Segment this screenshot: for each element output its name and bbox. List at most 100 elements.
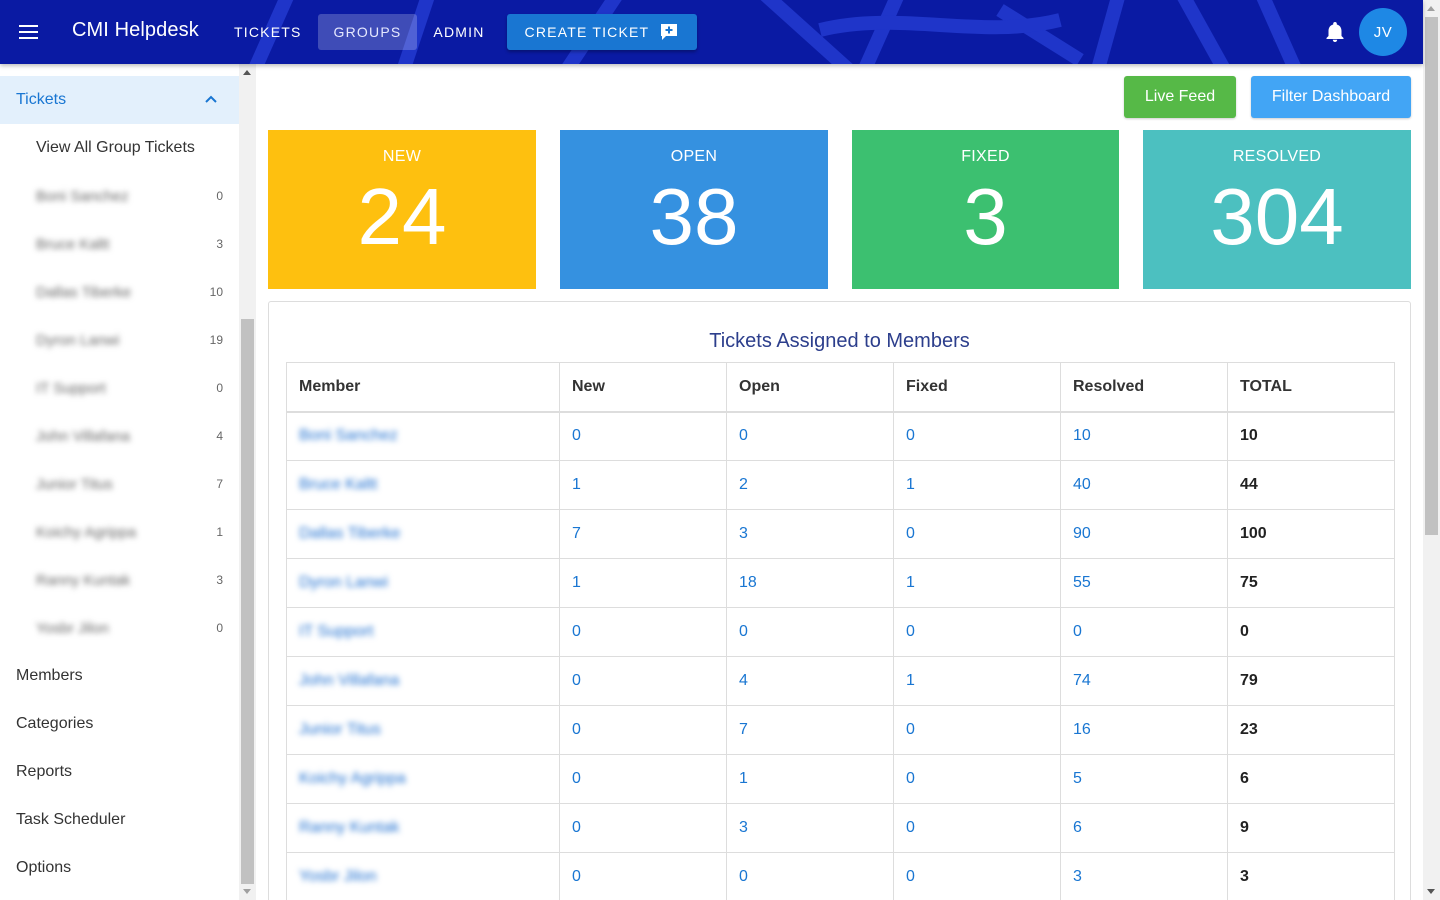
cell-resolved[interactable]: 55 — [1060, 558, 1228, 608]
sidebar-member-count: 10 — [209, 285, 223, 299]
cell-new[interactable]: 0 — [559, 705, 727, 755]
create-ticket-button[interactable]: CREATE TICKET — [506, 14, 698, 50]
cell-fixed[interactable]: 1 — [893, 460, 1061, 510]
sidebar-item-member[interactable]: Dallas Tiberke 10 — [0, 268, 239, 316]
member-link[interactable]: Dyron Lanwi — [299, 574, 388, 591]
member-link[interactable]: John Villafana — [299, 672, 399, 689]
cell-fixed[interactable]: 0 — [893, 411, 1061, 461]
cell-new[interactable]: 1 — [559, 460, 727, 510]
sidebar-member-count: 3 — [216, 573, 223, 587]
sidebar-scrollbar[interactable] — [239, 64, 256, 900]
app-title[interactable]: CMI Helpdesk — [72, 19, 199, 42]
cell-new[interactable]: 1 — [559, 558, 727, 608]
nav-groups[interactable]: GROUPS — [317, 14, 418, 50]
cell-member: John Villafana — [286, 656, 560, 706]
user-avatar[interactable]: JV — [1359, 8, 1407, 56]
member-link[interactable]: Koichy Agrippa — [299, 770, 406, 787]
filter-dashboard-button[interactable]: Filter Dashboard — [1251, 76, 1411, 118]
cell-new[interactable]: 0 — [559, 607, 727, 657]
sidebar-item-categories[interactable]: Categories — [0, 700, 239, 748]
member-link[interactable]: Bruce Kaltt — [299, 476, 377, 493]
cell-open[interactable]: 7 — [726, 705, 894, 755]
cell-open[interactable]: 3 — [726, 803, 894, 853]
sidebar-item-member[interactable]: Junior Titus 7 — [0, 460, 239, 508]
cell-new[interactable]: 7 — [559, 509, 727, 559]
cell-fixed[interactable]: 0 — [893, 705, 1061, 755]
stat-card-open[interactable]: OPEN 38 — [560, 130, 828, 289]
member-link[interactable]: IT Support — [299, 623, 373, 640]
cell-fixed[interactable]: 0 — [893, 852, 1061, 900]
cell-fixed[interactable]: 0 — [893, 754, 1061, 804]
member-link[interactable]: Ranny Kuntak — [299, 819, 400, 836]
cell-new[interactable]: 0 — [559, 656, 727, 706]
cell-open[interactable]: 0 — [726, 411, 894, 461]
cell-resolved[interactable]: 90 — [1060, 509, 1228, 559]
cell-open[interactable]: 18 — [726, 558, 894, 608]
live-feed-button[interactable]: Live Feed — [1124, 76, 1236, 118]
sidebar-item-member[interactable]: Dyron Lanwi 19 — [0, 316, 239, 364]
cell-fixed[interactable]: 0 — [893, 803, 1061, 853]
header-background-pattern — [249, 0, 1301, 64]
nav-admin[interactable]: ADMIN — [417, 14, 500, 50]
page-scrollbar[interactable] — [1423, 0, 1440, 900]
notifications-bell-icon[interactable] — [1323, 20, 1347, 44]
column-header-resolved[interactable]: Resolved — [1060, 362, 1228, 413]
member-link[interactable]: Yosbr Jilon — [299, 868, 377, 885]
scroll-up-arrow-icon[interactable] — [1427, 6, 1435, 11]
sidebar-item-member[interactable]: John Villafana 4 — [0, 412, 239, 460]
column-header-total[interactable]: TOTAL — [1227, 362, 1395, 413]
sidebar-item-member[interactable]: Ranny Kuntak 3 — [0, 556, 239, 604]
sidebar-scroll-thumb[interactable] — [241, 319, 254, 884]
sidebar-item-reports[interactable]: Reports — [0, 748, 239, 796]
cell-resolved[interactable]: 16 — [1060, 705, 1228, 755]
cell-open[interactable]: 4 — [726, 656, 894, 706]
member-link[interactable]: Junior Titus — [299, 721, 381, 738]
sidebar-item-members[interactable]: Members — [0, 652, 239, 700]
cell-new[interactable]: 0 — [559, 411, 727, 461]
sidebar-item-member[interactable]: Koichy Agrippa 1 — [0, 508, 239, 556]
column-header-new[interactable]: New — [559, 362, 727, 413]
member-link[interactable]: Boni Sanchez — [299, 427, 398, 444]
column-header-open[interactable]: Open — [726, 362, 894, 413]
stat-card-fixed[interactable]: FIXED 3 — [852, 130, 1119, 289]
column-header-fixed[interactable]: Fixed — [893, 362, 1061, 413]
sidebar-item-member[interactable]: IT Support 0 — [0, 364, 239, 412]
cell-fixed[interactable]: 1 — [893, 558, 1061, 608]
column-header-member[interactable]: Member — [286, 362, 560, 413]
cell-resolved[interactable]: 74 — [1060, 656, 1228, 706]
sidebar-group-tickets[interactable]: Tickets — [0, 76, 239, 124]
sidebar-item-member[interactable]: Bruce Kaltt 3 — [0, 220, 239, 268]
sidebar-item-task-scheduler[interactable]: Task Scheduler — [0, 796, 239, 844]
cell-resolved[interactable]: 40 — [1060, 460, 1228, 510]
page-scroll-thumb[interactable] — [1425, 17, 1438, 535]
cell-resolved[interactable]: 3 — [1060, 852, 1228, 900]
cell-fixed[interactable]: 0 — [893, 509, 1061, 559]
stat-card-new[interactable]: NEW 24 — [268, 130, 536, 289]
cell-open[interactable]: 1 — [726, 754, 894, 804]
table-row: John Villafana 0 4 1 74 79 — [286, 656, 1395, 706]
nav-tickets[interactable]: TICKETS — [218, 14, 318, 50]
cell-open[interactable]: 0 — [726, 852, 894, 900]
cell-new[interactable]: 0 — [559, 852, 727, 900]
member-link[interactable]: Dallas Tiberke — [299, 525, 400, 542]
cell-resolved[interactable]: 6 — [1060, 803, 1228, 853]
cell-open[interactable]: 0 — [726, 607, 894, 657]
cell-fixed[interactable]: 1 — [893, 656, 1061, 706]
menu-icon[interactable] — [14, 18, 42, 46]
stat-card-resolved[interactable]: RESOLVED 304 — [1143, 130, 1411, 289]
scroll-down-arrow-icon[interactable] — [243, 889, 251, 894]
cell-new[interactable]: 0 — [559, 803, 727, 853]
sidebar-item-member[interactable]: Yosbr Jilon 0 — [0, 604, 239, 652]
scroll-up-arrow-icon[interactable] — [243, 70, 251, 75]
sidebar-item-options[interactable]: Options — [0, 844, 239, 892]
cell-resolved[interactable]: 5 — [1060, 754, 1228, 804]
cell-open[interactable]: 3 — [726, 509, 894, 559]
cell-resolved[interactable]: 0 — [1060, 607, 1228, 657]
sidebar-item-member[interactable]: Boni Sanchez 0 — [0, 172, 239, 220]
cell-resolved[interactable]: 10 — [1060, 411, 1228, 461]
sidebar-item-view-all-group-tickets[interactable]: View All Group Tickets — [0, 124, 239, 172]
cell-open[interactable]: 2 — [726, 460, 894, 510]
cell-new[interactable]: 0 — [559, 754, 727, 804]
cell-fixed[interactable]: 0 — [893, 607, 1061, 657]
scroll-down-arrow-icon[interactable] — [1427, 889, 1435, 894]
